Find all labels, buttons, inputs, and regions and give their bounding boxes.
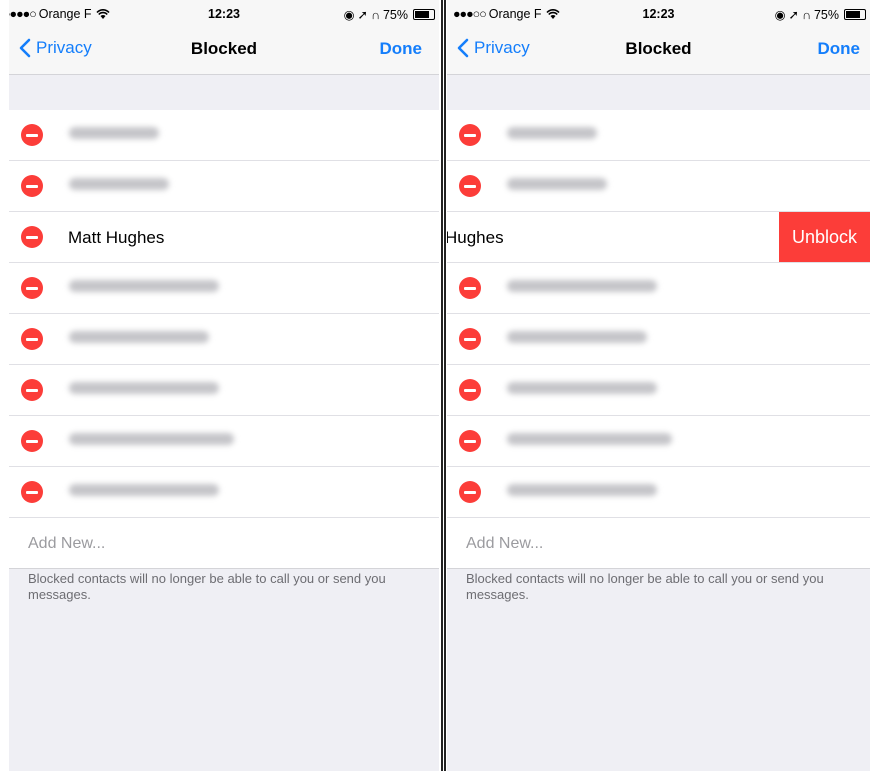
battery-percent: 75% <box>382 7 408 22</box>
delete-icon[interactable] <box>459 277 481 299</box>
delete-icon[interactable] <box>459 430 481 452</box>
list-item[interactable] <box>447 314 870 365</box>
list-item[interactable] <box>447 416 870 467</box>
page-title: Blocked <box>625 39 692 58</box>
battery-icon <box>844 9 866 20</box>
location-icon: ➚ <box>357 8 368 22</box>
blurred-contact <box>507 127 597 139</box>
list-item[interactable] <box>447 161 870 212</box>
top-bar: ●●●●○ Orange F 12:23 ◉ ➚ ∩ 75% Privacy B… <box>9 0 439 75</box>
add-new-label: Add New... <box>28 535 106 552</box>
add-new-button[interactable]: Add New... <box>9 517 439 569</box>
list-item[interactable] <box>9 110 439 161</box>
list-item[interactable] <box>9 263 439 314</box>
list-item[interactable] <box>9 314 439 365</box>
blurred-contact <box>507 433 672 445</box>
status-icons: ◉ ➚ ∩ 75% <box>344 7 435 22</box>
blurred-contact <box>69 382 219 394</box>
list-item[interactable] <box>9 416 439 467</box>
contact-name: Hughes <box>447 228 504 247</box>
list-item[interactable] <box>447 467 870 517</box>
blurred-contact <box>507 280 657 292</box>
blocked-contacts-list: Hughes Unblock Add New... <box>447 110 870 569</box>
delete-icon[interactable] <box>459 328 481 350</box>
blurred-contact <box>69 178 169 190</box>
blocked-list-screen-left: ●●●●○ Orange F 12:23 ◉ ➚ ∩ 75% Privacy B… <box>9 0 439 771</box>
list-item[interactable] <box>447 110 870 161</box>
delete-icon[interactable] <box>21 277 43 299</box>
list-item[interactable] <box>9 467 439 517</box>
add-new-label: Add New... <box>466 535 544 552</box>
blurred-contact <box>69 280 219 292</box>
list-item[interactable] <box>447 263 870 314</box>
done-button[interactable]: Done <box>380 39 423 59</box>
battery-icon <box>413 9 435 20</box>
status-bar: ●●●●○ Orange F 12:23 ◉ ➚ ∩ 75% <box>9 4 439 24</box>
list-item[interactable] <box>9 161 439 212</box>
blocked-list-screen-right: ●●●○○ Orange F 12:23 ◉ ➚ ∩ 75% Privacy B… <box>447 0 870 771</box>
headphones-icon: ∩ <box>370 7 380 22</box>
footer-note: Blocked contacts will no longer be able … <box>466 571 824 602</box>
delete-icon[interactable] <box>21 328 43 350</box>
delete-icon[interactable] <box>459 175 481 197</box>
list-item[interactable]: Matt Hughes <box>9 212 439 263</box>
contact-name: Matt Hughes <box>68 228 165 247</box>
delete-icon[interactable] <box>21 175 43 197</box>
list-item[interactable] <box>447 365 870 416</box>
battery-percent: 75% <box>813 7 839 22</box>
unblock-button[interactable]: Unblock <box>779 212 870 262</box>
delete-icon[interactable] <box>21 226 43 248</box>
navigation-bar: Privacy Blocked Done <box>447 36 870 62</box>
list-item-swiped[interactable]: Hughes Unblock <box>447 212 870 263</box>
done-button[interactable]: Done <box>818 39 861 59</box>
delete-icon[interactable] <box>21 124 43 146</box>
delete-icon[interactable] <box>21 430 43 452</box>
delete-icon[interactable] <box>21 379 43 401</box>
status-bar: ●●●○○ Orange F 12:23 ◉ ➚ ∩ 75% <box>447 4 870 24</box>
blurred-contact <box>507 382 657 394</box>
headphones-icon: ∩ <box>801 7 811 22</box>
blurred-contact <box>507 178 607 190</box>
orientation-lock-icon: ◉ <box>343 8 355 22</box>
blurred-contact <box>69 127 159 139</box>
blurred-contact <box>69 484 219 496</box>
blurred-contact <box>507 331 647 343</box>
status-icons: ◉ ➚ ∩ 75% <box>775 7 866 22</box>
blurred-contact <box>507 484 657 496</box>
footer-note: Blocked contacts will no longer be able … <box>28 571 386 602</box>
top-bar: ●●●○○ Orange F 12:23 ◉ ➚ ∩ 75% Privacy B… <box>447 0 870 75</box>
delete-icon[interactable] <box>459 379 481 401</box>
delete-icon[interactable] <box>459 124 481 146</box>
blocked-contacts-list: Matt Hughes Add New... <box>9 110 439 569</box>
screenshot-divider <box>439 0 447 771</box>
location-icon: ➚ <box>788 8 799 22</box>
orientation-lock-icon: ◉ <box>774 8 786 22</box>
add-new-button[interactable]: Add New... <box>447 517 870 569</box>
page-title: Blocked <box>190 39 258 58</box>
delete-icon[interactable] <box>459 481 481 503</box>
blurred-contact <box>69 433 234 445</box>
blurred-contact <box>69 331 209 343</box>
list-item[interactable] <box>9 365 439 416</box>
delete-icon[interactable] <box>21 481 43 503</box>
navigation-bar: Privacy Blocked Done <box>9 36 439 62</box>
